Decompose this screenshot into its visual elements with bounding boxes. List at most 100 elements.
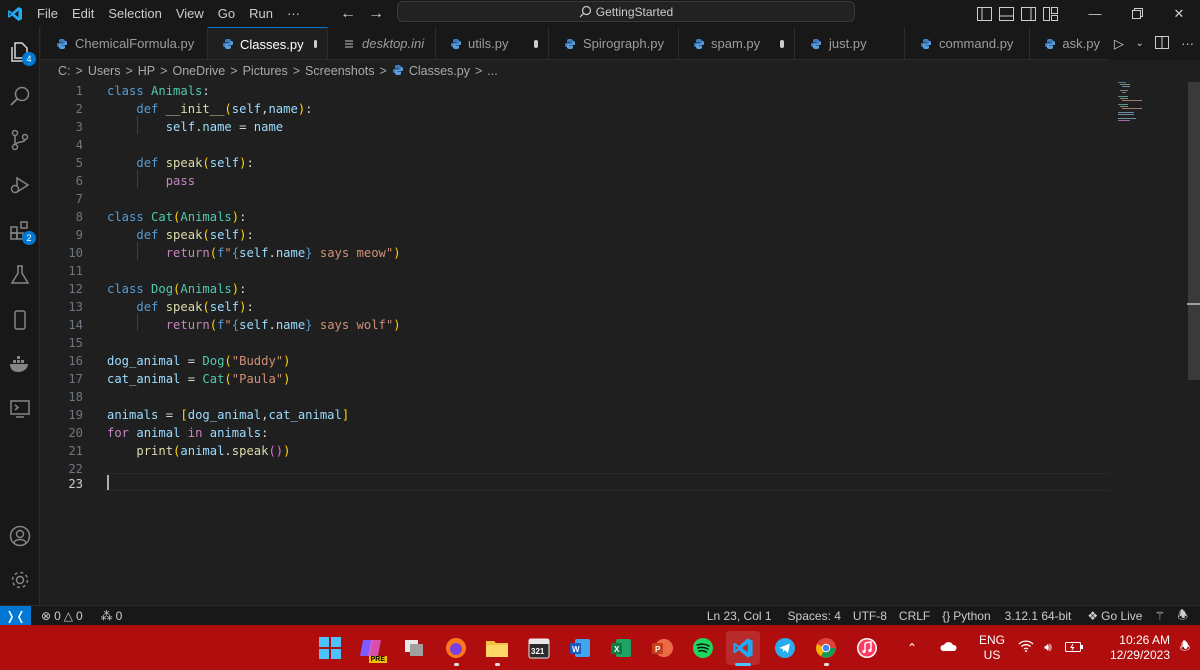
powerpoint-icon[interactable]: P [645,631,679,665]
python-icon [222,37,234,51]
notifications-bell-icon[interactable]: 🕭︎ [1171,606,1194,627]
file-explorer-icon[interactable] [480,631,514,666]
copilot-icon[interactable]: ⚚ [1148,609,1171,623]
tab-spirograph[interactable]: Spirograph.py [549,27,679,59]
clock[interactable]: 10:26 AM 12/29/2023 [1088,633,1170,663]
testing-flask-icon[interactable] [0,254,40,296]
breadcrumb-item[interactable]: Screenshots [305,64,374,78]
encoding[interactable]: UTF-8 [847,609,893,623]
tab-command[interactable]: command.py [905,27,1030,59]
unsaved-dot-icon[interactable] [313,40,317,48]
task-view-icon[interactable] [397,631,431,665]
minimap[interactable] [1116,82,1146,122]
word-icon[interactable]: W [563,631,597,665]
accounts-icon[interactable] [0,515,40,557]
firefox-icon[interactable] [439,631,473,666]
split-editor-icon[interactable] [1155,35,1170,52]
tab-chemicalformula[interactable]: ChemicalFormula.py [41,27,208,59]
go-live-button[interactable]: ❖ Go Live [1081,609,1148,623]
remote-indicator-icon[interactable]: ❭❬ [0,605,31,626]
menu-more[interactable]: ··· [280,0,307,27]
vscode-logo-icon[interactable] [0,0,30,27]
tab-utils[interactable]: utils.py [436,27,549,59]
settings-gear-icon[interactable] [0,559,40,601]
code-editor[interactable]: 1 class Animals: 2 def __init__(self,name… [41,82,1187,605]
indentation[interactable]: Spaces: 4 [782,609,847,623]
vertical-scrollbar[interactable] [1187,82,1200,605]
docker-icon[interactable] [0,343,40,385]
copilot-preview-icon[interactable]: PRE [355,631,389,665]
breadcrumb-item[interactable]: Classes.py [409,64,470,78]
chevron-down-icon[interactable]: ⌄ [1135,38,1143,49]
menu-run[interactable]: Run [242,0,280,27]
more-actions-icon[interactable]: ··· [1181,36,1194,51]
line-endings[interactable]: CRLF [893,609,936,623]
breadcrumb-item[interactable]: HP [138,64,155,78]
tab-desktop-ini[interactable]: desktop.ini [328,27,436,59]
input-language-indicator[interactable]: ENG US [968,633,1016,663]
menu-go[interactable]: Go [211,0,242,27]
forward-arrow-icon[interactable]: → [368,5,384,23]
show-hidden-icons-chevron-icon[interactable]: ⌃ [896,641,928,655]
ports-indicator[interactable]: ⁂ 0 [95,609,129,623]
unsaved-dot-icon[interactable] [780,39,784,48]
wifi-icon[interactable] [1016,640,1036,655]
toggle-primary-sidebar-icon[interactable] [976,6,992,22]
onedrive-cloud-icon[interactable] [928,640,968,655]
python-icon [919,37,933,51]
breadcrumb-item[interactable]: Pictures [243,64,288,78]
tab-spam[interactable]: spam.py [679,27,795,59]
source-control-icon[interactable] [0,119,40,161]
close-icon[interactable]: ✕ [1158,0,1200,27]
code-line: 1 class Animals: [75,84,210,98]
code-line: 2 def __init__(self,name): [75,102,313,116]
unsaved-dot-icon[interactable] [534,39,538,48]
menu-edit[interactable]: Edit [65,0,101,27]
code-line: 5 def speak(self): [75,156,254,170]
menu-selection[interactable]: Selection [101,0,168,27]
run-and-debug-icon[interactable] [0,164,40,206]
run-python-file-icon[interactable]: ▷ [1114,36,1124,52]
status-bar: ❭❬ ⊗ 0 △ 0 ⁂ 0 Ln 23, Col 1 Spaces: 4 UTF-8… [0,605,1200,627]
volume-icon[interactable]: 🔊︎ [1036,640,1060,655]
customize-layout-icon[interactable] [1042,6,1058,22]
breadcrumb-item[interactable]: OneDrive [172,64,225,78]
tab-classes[interactable]: Classes.py [208,27,328,59]
python-interpreter[interactable]: 3.12.1 64-bit [999,609,1078,623]
tab-ask[interactable]: ask.py [1030,27,1110,59]
breadcrumb-item[interactable]: Users [88,64,121,78]
restore-icon[interactable] [1116,0,1158,27]
remote-explorer-icon[interactable] [0,388,40,430]
chrome-icon[interactable] [809,631,843,666]
menu-view[interactable]: View [169,0,211,27]
command-center[interactable]: GettingStarted [397,1,855,22]
search-icon[interactable] [0,75,40,117]
breadcrumb-item[interactable]: ... [487,64,497,78]
telegram-icon[interactable] [768,631,802,665]
scrollbar-thumb[interactable] [1188,82,1200,380]
problems-indicator[interactable]: ⊗ 0 △ 0 [35,609,89,623]
toggle-panel-icon[interactable] [998,6,1014,22]
tab-label: utils.py [468,36,509,51]
language-mode[interactable]: {} Python [936,609,996,623]
breadcrumb-item[interactable]: C: [58,64,71,78]
toggle-secondary-sidebar-icon[interactable] [1020,6,1036,22]
menu-file[interactable]: File [30,0,65,27]
cursor-position[interactable]: Ln 23, Col 1 [701,609,778,623]
remote-device-icon[interactable] [0,299,40,341]
windows-start-icon[interactable] [313,631,347,665]
tab-just[interactable]: just.py [795,27,905,59]
back-arrow-icon[interactable]: ← [340,5,356,23]
explorer-icon[interactable]: 4 [0,31,40,73]
spotify-icon[interactable] [686,631,720,665]
code-line: 21 print(animal.speak()) [68,444,291,458]
itunes-icon[interactable] [850,631,884,665]
battery-icon[interactable] [1060,641,1088,655]
code-line: 16 dog_animal = Dog("Buddy") [68,354,291,368]
extensions-icon[interactable]: 2 [0,210,40,252]
vscode-taskbar-icon[interactable] [726,631,760,666]
notification-center-bell-icon[interactable]: 🕭︎ [1170,637,1200,658]
excel-icon[interactable]: X [604,631,638,665]
minimize-icon[interactable]: — [1074,0,1116,27]
calendar-app-icon[interactable]: 321 [522,631,556,665]
